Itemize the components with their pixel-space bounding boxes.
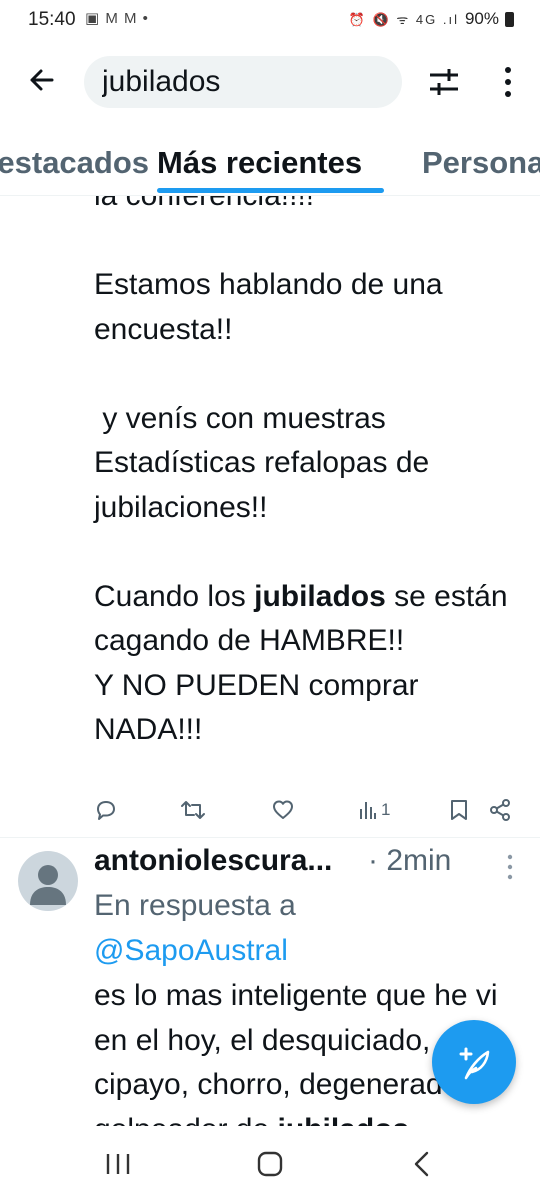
more-options-button[interactable] — [488, 62, 528, 102]
search-box[interactable] — [84, 56, 402, 108]
tab-personas[interactable]: Personas — [422, 145, 540, 181]
retweet-button[interactable] — [180, 792, 206, 828]
replying-to: En respuesta a @SapoAustral — [94, 884, 494, 973]
mention-link[interactable]: @SapoAustral — [94, 934, 288, 967]
views-button[interactable]: 1 — [359, 792, 390, 828]
replying-prefix: En respuesta a — [94, 889, 296, 922]
android-nav-bar — [0, 1126, 540, 1200]
views-icon — [360, 802, 376, 819]
chevron-left-icon — [414, 1151, 429, 1177]
status-right: ⏰ 🔇 ᯤ 4G .ıl 90% — [349, 9, 514, 29]
reply-author-name[interactable]: antoniolescura... — [94, 844, 332, 878]
search-tabs: Destacados Más recientes Personas — [0, 125, 540, 196]
recent-apps-button[interactable] — [98, 1148, 138, 1180]
system-status-icons: ⏰ 🔇 ᯤ 4G .ıl — [348, 12, 459, 27]
home-button[interactable] — [250, 1148, 290, 1180]
reply-button[interactable] — [94, 792, 118, 828]
status-bar: 15:40 ▣ M M • ⏰ 🔇 ᯤ 4G .ıl 90% — [0, 0, 540, 40]
tweet-paragraph-1: Estamos hablando de una encuesta!! — [94, 268, 451, 346]
reply-timestamp: · 2min — [368, 844, 452, 877]
share-icon — [490, 799, 510, 821]
search-term-highlight: jubilados — [254, 579, 386, 613]
search-results-feed[interactable]: la conferencia!!!! Estamos hablando de u… — [0, 196, 540, 1126]
battery-icon — [505, 11, 514, 27]
tweet-text-cut: la conferencia!!!! — [94, 196, 314, 212]
search-input[interactable] — [102, 65, 382, 99]
like-icon — [273, 800, 293, 819]
avatar[interactable] — [18, 851, 78, 911]
tweet-actions: 1 — [94, 792, 518, 832]
tweet-paragraph-2: y venís con muestras Estadísticas refalo… — [94, 401, 438, 524]
nav-back-button[interactable] — [402, 1148, 442, 1180]
recent-apps-icon — [106, 1154, 130, 1174]
default-avatar-icon — [30, 865, 66, 905]
back-arrow-icon — [30, 69, 54, 91]
tab-mas-recientes[interactable]: Más recientes — [157, 145, 362, 181]
search-filter-button[interactable] — [424, 62, 464, 102]
sliders-icon — [430, 69, 458, 95]
reply-icon — [97, 801, 115, 820]
like-button[interactable] — [271, 792, 295, 828]
share-button[interactable] — [488, 792, 512, 828]
more-vertical-icon — [507, 854, 513, 880]
search-term-highlight: jubilados — [278, 1113, 410, 1127]
battery-percent: 90% — [464, 9, 499, 28]
bookmark-button[interactable] — [448, 792, 470, 828]
notification-icons: ▣ M M • — [85, 10, 149, 27]
search-header — [0, 40, 540, 125]
bookmark-icon — [451, 800, 467, 820]
tweet-text: la conferencia!!!! Estamos hablando de u… — [94, 196, 514, 753]
more-vertical-icon — [505, 67, 511, 97]
status-time: 15:40 — [28, 9, 76, 30]
tweet-divider — [0, 837, 540, 838]
retweet-icon — [181, 801, 205, 819]
back-button[interactable] — [22, 60, 62, 100]
active-tab-indicator — [157, 188, 384, 193]
tweet-paragraph-3-start: Cuando los — [94, 579, 255, 613]
compose-feather-icon — [459, 1047, 490, 1080]
views-count: 1 — [381, 800, 391, 819]
compose-tweet-button[interactable] — [432, 1020, 516, 1104]
tab-destacados[interactable]: Destacados — [0, 145, 149, 181]
home-icon — [257, 1151, 283, 1177]
reply-more-button[interactable] — [498, 852, 522, 882]
